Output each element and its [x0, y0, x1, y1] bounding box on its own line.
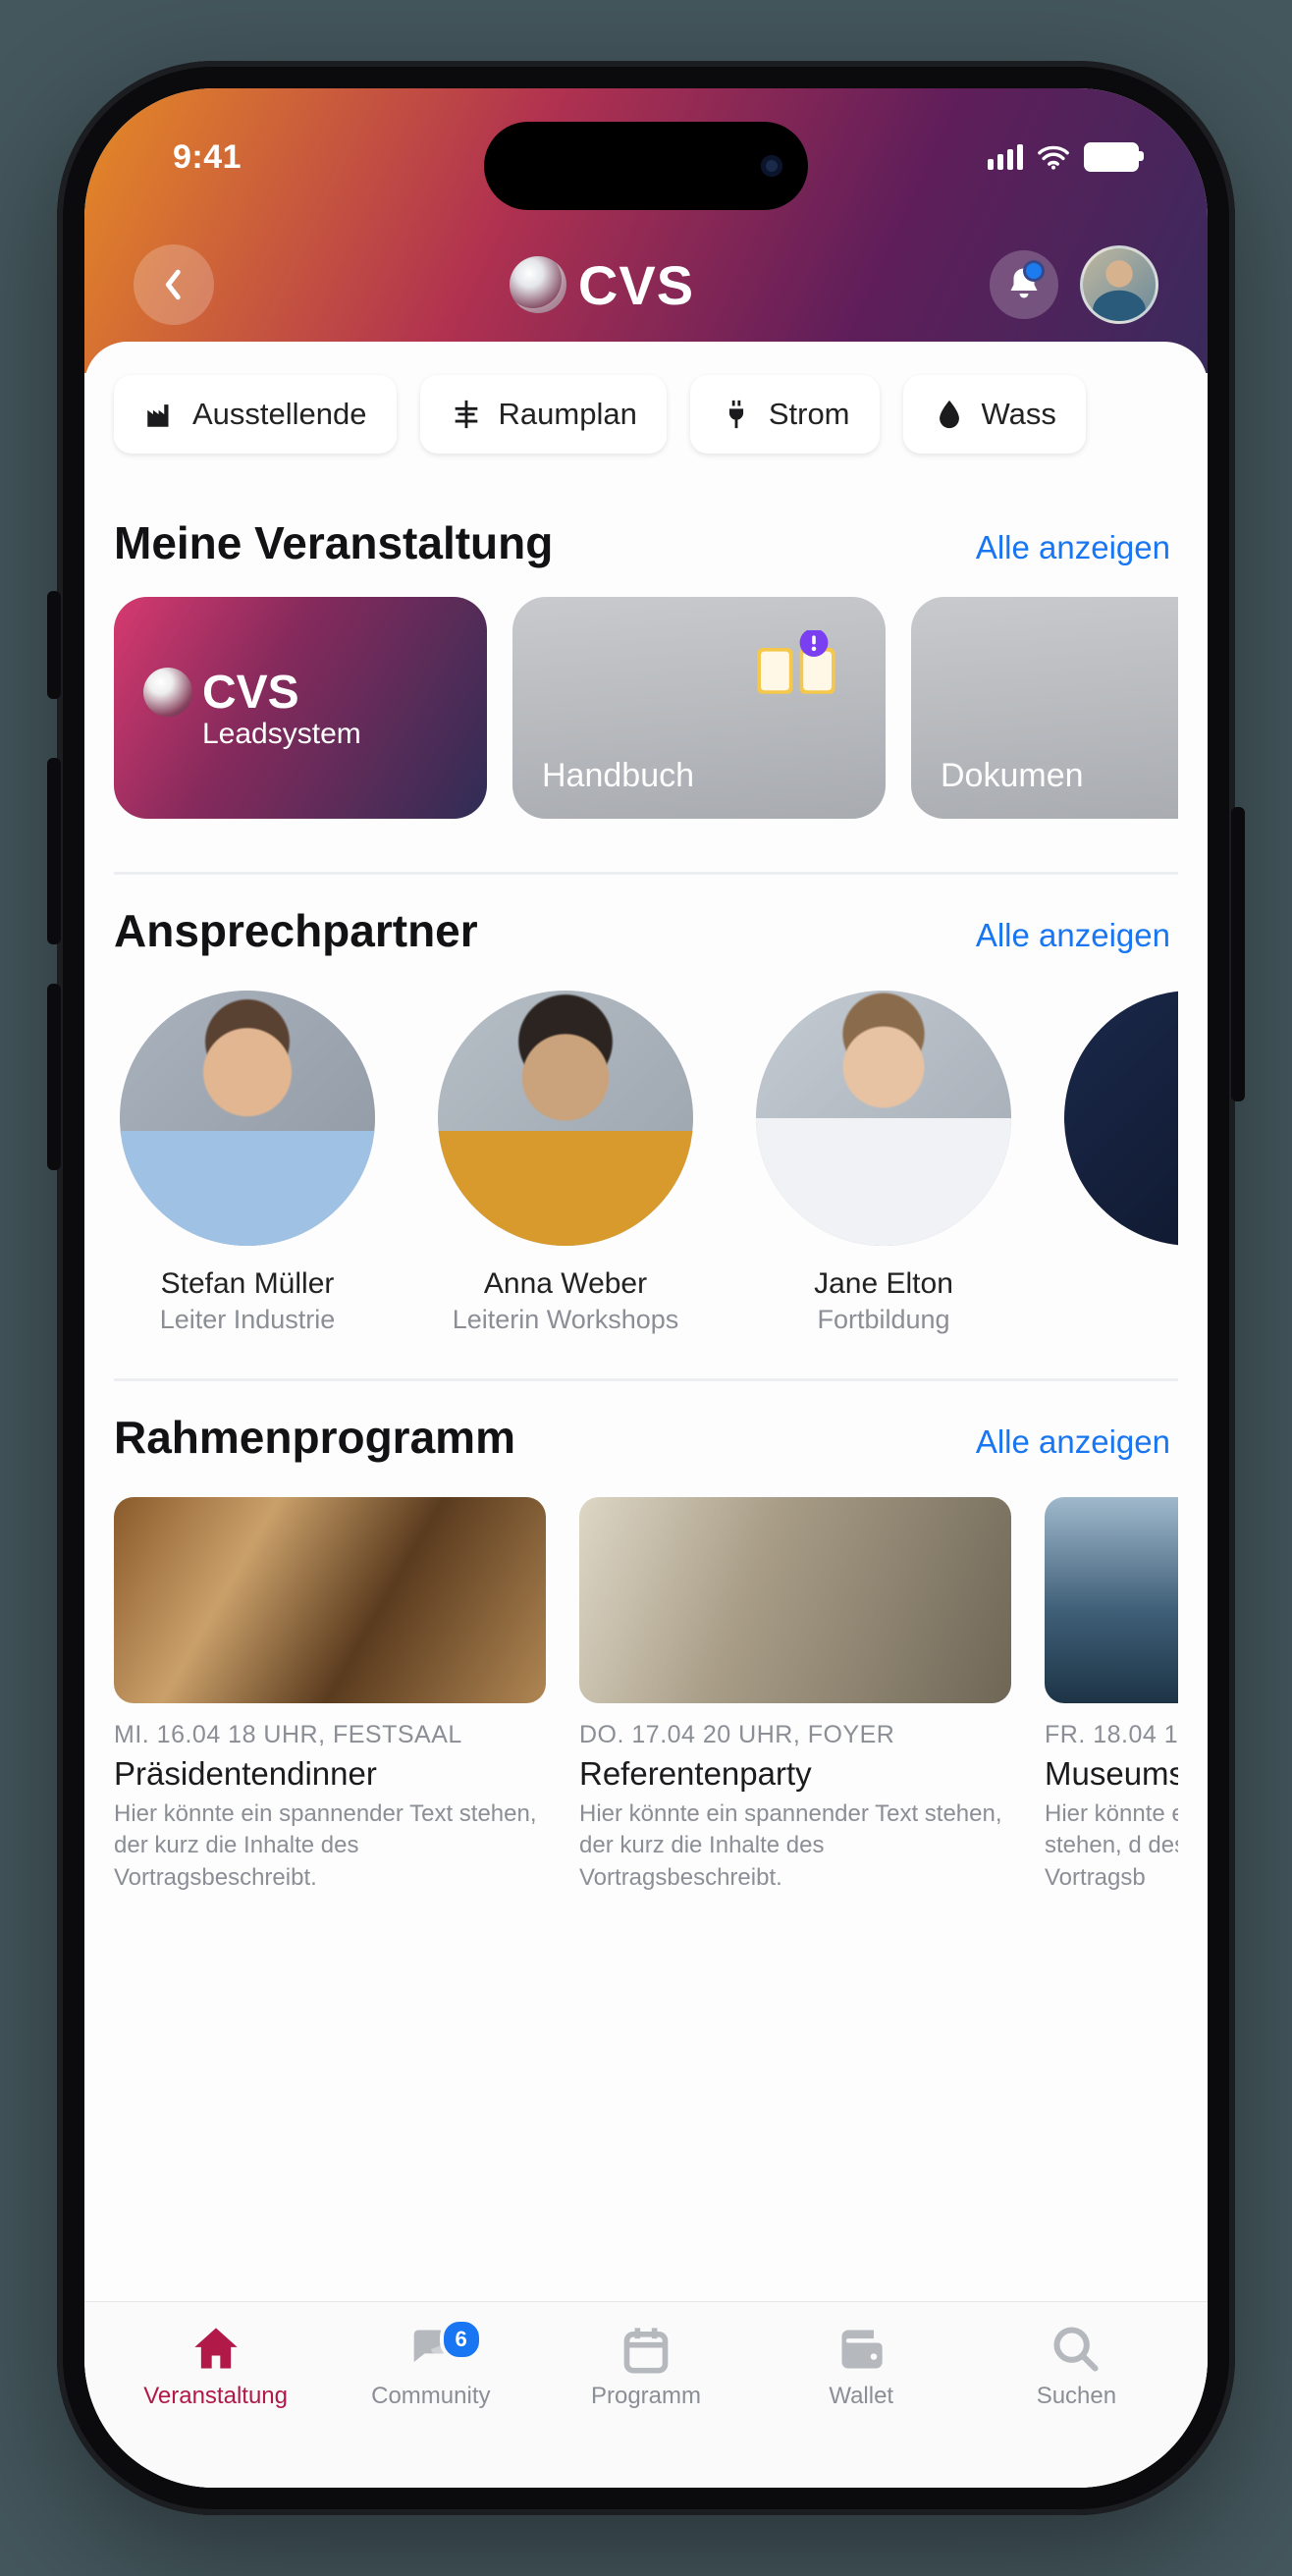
contact-role: Fortbildung	[746, 1305, 1021, 1335]
see-all-contacts[interactable]: Alle anzeigen	[976, 917, 1170, 954]
logo-orb-icon	[510, 256, 566, 313]
status-time: 9:41	[173, 138, 242, 177]
handbook-icon	[752, 630, 840, 701]
drop-icon	[933, 398, 966, 431]
section-title-program: Rahmenprogramm	[114, 1411, 515, 1464]
home-icon	[190, 2324, 242, 2375]
filter-chip-row: Ausstellende Raumplan Strom Wass	[84, 371, 1208, 487]
card-label: Handbuch	[542, 757, 856, 795]
section-title-contacts: Ansprechpartner	[114, 904, 478, 957]
contact-card[interactable]	[1064, 991, 1178, 1335]
card-label: Dokumen	[941, 757, 1178, 795]
tab-wallet[interactable]: Wallet	[754, 2324, 969, 2410]
tab-programm[interactable]: Programm	[538, 2324, 753, 2410]
contact-card[interactable]: Anna Weber Leiterin Workshops	[428, 991, 703, 1335]
contact-avatar	[438, 991, 693, 1246]
section-title-event: Meine Veranstaltung	[114, 516, 553, 569]
event-card[interactable]: DO. 17.04 20 UHR, FOYER Referentenparty …	[579, 1497, 1011, 1894]
logo-orb-icon	[143, 668, 192, 717]
chevron-left-icon	[160, 268, 188, 301]
wallet-icon	[835, 2324, 887, 2375]
app-logo: CVS	[510, 253, 694, 317]
tab-label: Community	[371, 2383, 490, 2410]
dynamic-island	[484, 122, 808, 210]
calendar-icon	[620, 2324, 672, 2375]
event-image	[579, 1497, 1011, 1703]
back-button[interactable]	[134, 244, 214, 325]
event-meta: DO. 17.04 20 UHR, FOYER	[579, 1721, 1011, 1749]
card-subtitle: Leadsystem	[202, 718, 458, 751]
tab-bar: Veranstaltung 6 Community Programm Walle…	[84, 2301, 1208, 2488]
event-title: Museums	[1045, 1755, 1178, 1793]
tab-label: Wallet	[829, 2383, 893, 2410]
event-description: Hier könnte ei Text stehen, d des Vortra…	[1045, 1798, 1178, 1894]
app-brand-text: CVS	[578, 253, 694, 317]
card-handbuch[interactable]: Handbuch	[512, 597, 886, 819]
contact-name: Jane Elton	[746, 1267, 1021, 1301]
event-title: Referentenparty	[579, 1755, 1011, 1793]
search-icon	[1050, 2324, 1102, 2375]
floorplan-icon	[450, 398, 483, 431]
contact-card[interactable]: Jane Elton Fortbildung	[746, 991, 1021, 1335]
card-dokumente[interactable]: Dokumen	[911, 597, 1178, 819]
battery-icon	[1084, 142, 1139, 172]
plug-icon	[720, 398, 753, 431]
contact-avatar	[756, 991, 1011, 1246]
card-brand: CVS	[202, 666, 299, 720]
event-meta: FR. 18.04 10	[1045, 1721, 1178, 1749]
chip-raumplan[interactable]: Raumplan	[420, 375, 667, 454]
chip-strom[interactable]: Strom	[690, 375, 880, 454]
tab-veranstaltung[interactable]: Veranstaltung	[108, 2324, 323, 2410]
contact-name: Anna Weber	[428, 1267, 703, 1301]
event-image	[1045, 1497, 1178, 1703]
event-card[interactable]: FR. 18.04 10 Museums Hier könnte ei Text…	[1045, 1497, 1178, 1894]
profile-avatar[interactable]	[1080, 245, 1158, 324]
chip-label: Strom	[769, 397, 850, 432]
event-image	[114, 1497, 546, 1703]
contact-role: Leiter Industrie	[110, 1305, 385, 1335]
event-description: Hier könnte ein spannender Text stehen, …	[114, 1798, 546, 1894]
chip-ausstellende[interactable]: Ausstellende	[114, 375, 397, 454]
tab-label: Programm	[591, 2383, 701, 2410]
card-leadsystem[interactable]: CVS Leadsystem	[114, 597, 487, 819]
chip-wasser[interactable]: Wass	[903, 375, 1086, 454]
cellular-icon	[988, 144, 1023, 170]
tab-community[interactable]: 6 Community	[323, 2324, 538, 2410]
chip-label: Raumplan	[499, 397, 637, 432]
wifi-icon	[1037, 144, 1070, 170]
event-title: Präsidentendinner	[114, 1755, 546, 1793]
tab-label: Veranstaltung	[143, 2383, 288, 2410]
chip-label: Ausstellende	[192, 397, 367, 432]
contact-role: Leiterin Workshops	[428, 1305, 703, 1335]
contact-avatar	[120, 991, 375, 1246]
see-all-event[interactable]: Alle anzeigen	[976, 529, 1170, 566]
contact-name: Stefan Müller	[110, 1267, 385, 1301]
notifications-button[interactable]	[990, 250, 1058, 319]
community-badge: 6	[440, 2318, 483, 2361]
notification-dot	[1023, 260, 1045, 282]
tab-label: Suchen	[1037, 2383, 1116, 2410]
see-all-program[interactable]: Alle anzeigen	[976, 1423, 1170, 1461]
tab-suchen[interactable]: Suchen	[969, 2324, 1184, 2410]
contact-card[interactable]: Stefan Müller Leiter Industrie	[110, 991, 385, 1335]
event-description: Hier könnte ein spannender Text stehen, …	[579, 1798, 1011, 1894]
chip-label: Wass	[982, 397, 1056, 432]
event-meta: MI. 16.04 18 UHR, FESTSAAL	[114, 1721, 546, 1749]
event-card[interactable]: MI. 16.04 18 UHR, FESTSAAL Präsidentendi…	[114, 1497, 546, 1894]
factory-icon	[143, 398, 177, 431]
contact-avatar	[1064, 991, 1178, 1246]
